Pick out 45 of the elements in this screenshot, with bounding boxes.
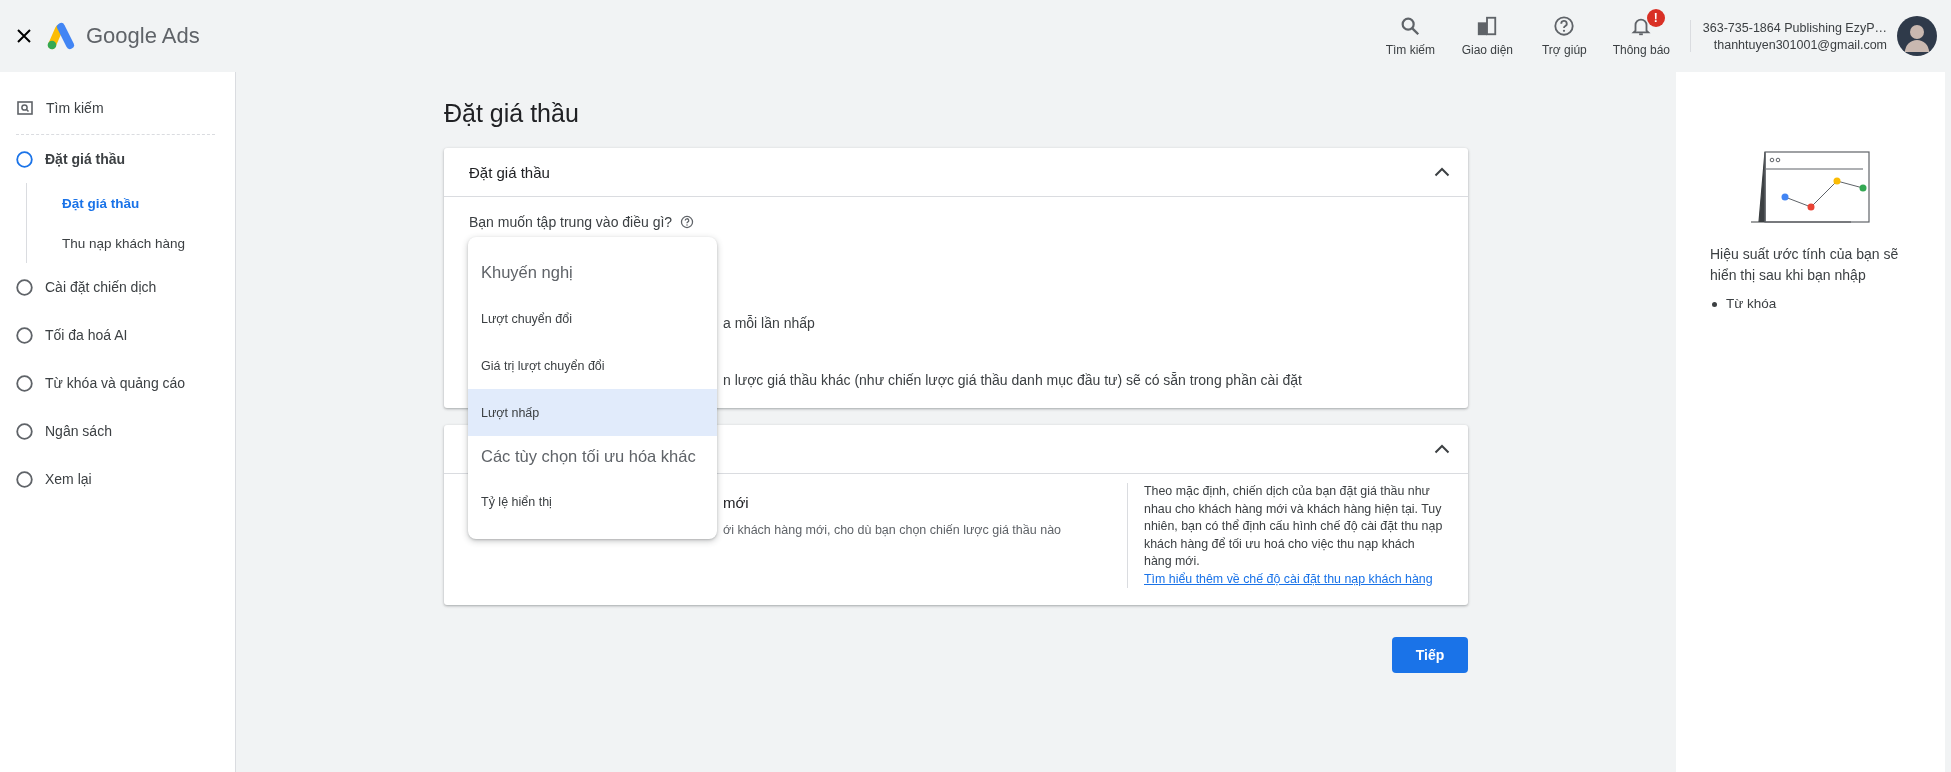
sidebar-search[interactable]: Tìm kiếm [0, 90, 110, 126]
sidebar-step[interactable]: Ngân sách [0, 407, 235, 455]
option-description: ới khách hàng mới, cho dù bạn chọn chiến lược giá thầu nào [723, 523, 1063, 537]
app-name: Google Ads [86, 23, 200, 49]
sidebar-step[interactable]: Từ khóa và quảng cáo [0, 359, 235, 407]
search-box-icon [17, 101, 33, 115]
menu-group-header: Khuyến nghị [480, 261, 574, 283]
header-action-button[interactable]: Tìm kiếm [1371, 15, 1449, 57]
account-name: 363-735-1864 Publishing EzyP… [1702, 20, 1887, 35]
estimate-message: Hiệu suất ước tính của bạn sẽ hiển thị sau khi bạn nhập [1710, 245, 1900, 285]
card-title: Đặt giá thầu [469, 163, 550, 181]
option-text: a mỗi lần nhấp [723, 314, 816, 333]
question-label: Bạn muốn tập trung vào điều gì? [469, 213, 673, 232]
avatar-icon[interactable] [1897, 16, 1937, 56]
chevron-up-icon[interactable] [1434, 167, 1450, 177]
bullet-icon [1712, 301, 1717, 307]
account-email: thanhtuyen301001@gmail.com [1713, 37, 1887, 52]
sidebar-step[interactable]: Tối đa hoá AI [0, 311, 235, 359]
logo-icon [46, 22, 76, 50]
bullet-item: Từ khóa [1726, 295, 1777, 313]
sidebar-substep[interactable]: Đặt giá thầu [27, 183, 146, 223]
help-icon[interactable] [680, 215, 695, 229]
menu-option[interactable]: Giá trị lượt chuyển đổi [468, 342, 717, 389]
menu-group-header: Các tùy chọn tối ưu hóa khác [480, 445, 697, 467]
chevron-up-icon[interactable] [1434, 444, 1450, 454]
notification-badge: ! [1646, 9, 1665, 27]
help-text: Theo mặc định, chiến dịch của bạn đặt giá thầu như nhau cho khách hàng mới và khách hàng hiện tại. Tuy nhiên, bạn có thể định cấu hình chế độ cài đặt thu nạp khách hàng để tối ưu hoá cho việc thu nạp khách hàng mới. Tìm hiểu thêm về chế độ cài đặt thu nạp khách hàng [1127, 483, 1444, 588]
header-action-button[interactable]: Giao diện [1448, 15, 1526, 57]
next-button[interactable]: Tiếp [1392, 637, 1468, 673]
header-action-button[interactable]: Trợ giúp [1525, 15, 1603, 57]
layout-icon [1476, 15, 1499, 37]
search-icon [1399, 15, 1422, 37]
sidebar-substep[interactable]: Thu nạp khách hàng [27, 223, 192, 263]
menu-option[interactable]: Tỷ lệ hiển thị [468, 478, 717, 525]
sidebar-step[interactable]: Cài đặt chiến dịch [0, 263, 235, 311]
menu-option[interactable]: Lượt chuyển đổi [468, 295, 717, 342]
option-heading: mới [723, 493, 750, 513]
sidebar-step[interactable]: Xem lại [0, 455, 235, 503]
sidebar-step[interactable]: Đặt giá thầu [0, 135, 235, 183]
close-icon[interactable] [16, 28, 32, 44]
help-icon [1553, 15, 1576, 37]
learn-more-link[interactable]: Tìm hiểu thêm về chế độ cài đặt thu nạp khách hàng [1144, 571, 1433, 586]
info-text: n lược giá thầu khác (như chiến lược giá thầu danh mục đầu tư) sẽ có sẵn trong phần cài đặt [723, 371, 1303, 390]
page-title: Đặt giá thầu [444, 98, 580, 129]
menu-option[interactable]: Lượt nhấp [468, 389, 717, 436]
